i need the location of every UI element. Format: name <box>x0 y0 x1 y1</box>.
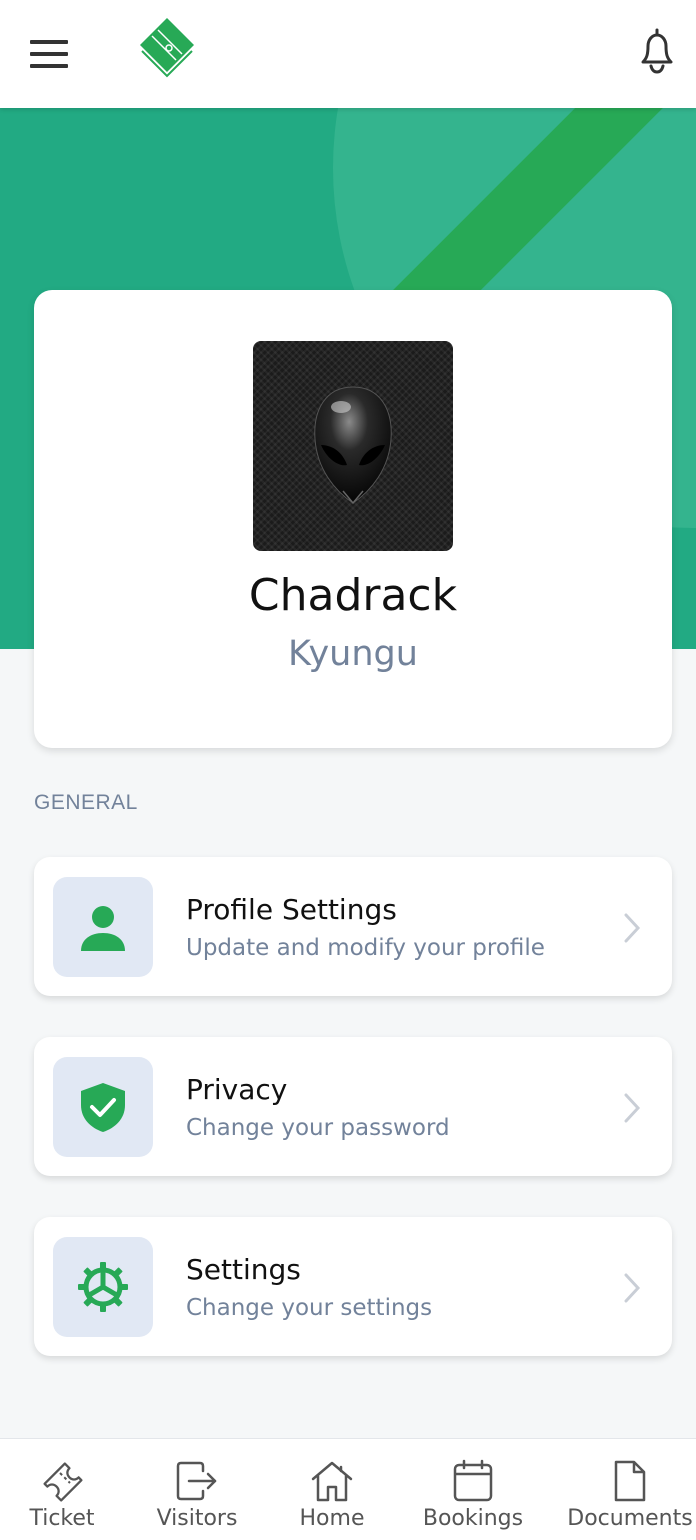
menu-item-title: Privacy <box>186 1073 288 1106</box>
settings-item[interactable]: Settings Change your settings <box>34 1217 672 1356</box>
menu-icon-box <box>53 1057 153 1157</box>
menu-item-subtitle: Update and modify your profile <box>186 935 545 961</box>
document-icon <box>614 1460 646 1502</box>
app-logo-icon[interactable] <box>138 16 196 80</box>
avatar[interactable] <box>253 341 453 551</box>
exit-arrow-icon <box>176 1461 217 1501</box>
chevron-right-icon <box>624 1093 641 1123</box>
nav-label: Home <box>299 1506 365 1531</box>
alien-head-avatar-icon <box>314 386 392 505</box>
chevron-right-icon <box>624 1273 641 1303</box>
profile-last-name: Kyungu <box>288 634 418 674</box>
menu-icon-box <box>53 877 153 977</box>
home-icon <box>311 1461 353 1502</box>
menu-item-subtitle: Change your settings <box>186 1295 433 1321</box>
bell-icon[interactable] <box>634 26 680 76</box>
chevron-right-icon <box>624 913 641 943</box>
privacy-item[interactable]: Privacy Change your password <box>34 1037 672 1176</box>
menu-icon-box <box>53 1237 153 1337</box>
nav-item-home[interactable]: Home <box>270 1439 390 1540</box>
profile-first-name: Chadrack <box>248 570 458 621</box>
section-label-general: GENERAL <box>34 791 138 814</box>
nav-item-bookings[interactable]: Bookings <box>411 1439 531 1540</box>
nav-label: Documents <box>567 1506 693 1531</box>
profile-card: Chadrack Kyungu <box>34 290 672 748</box>
gear-icon <box>78 1262 128 1312</box>
shield-check-icon <box>81 1083 125 1132</box>
nav-item-ticket[interactable]: Ticket <box>0 1439 120 1540</box>
nav-item-visitors[interactable]: Visitors <box>135 1439 255 1540</box>
menu-item-title: Settings <box>186 1253 301 1286</box>
bottom-navigation: Ticket Visitors Home Bookings Documents <box>0 1438 696 1540</box>
person-icon <box>81 906 125 951</box>
menu-item-subtitle: Change your password <box>186 1115 450 1141</box>
hamburger-menu-icon[interactable] <box>30 40 68 68</box>
profile-settings-item[interactable]: Profile Settings Update and modify your … <box>34 857 672 996</box>
top-app-bar <box>0 0 696 108</box>
nav-item-documents[interactable]: Documents <box>567 1439 693 1540</box>
calendar-icon <box>453 1459 493 1502</box>
nav-label: Bookings <box>422 1506 524 1531</box>
ticket-icon <box>43 1462 83 1502</box>
menu-item-title: Profile Settings <box>186 893 397 926</box>
